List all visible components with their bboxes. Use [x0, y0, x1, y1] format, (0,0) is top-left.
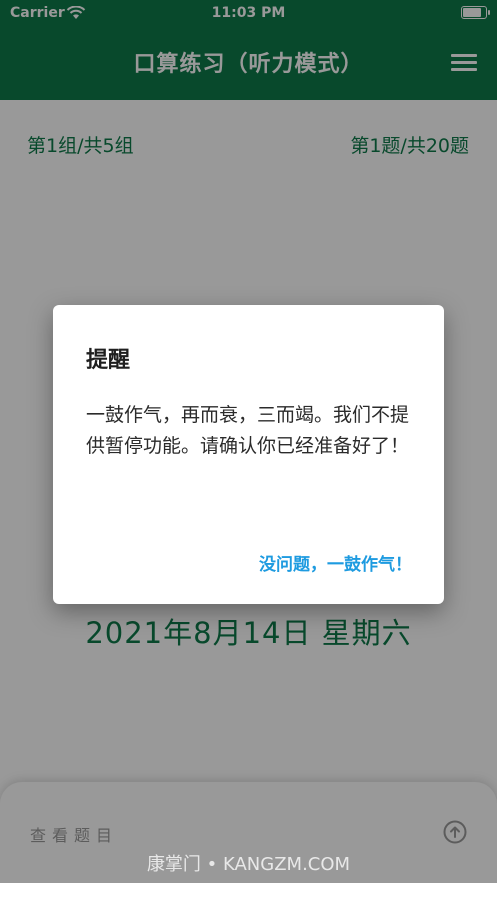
dialog-title: 提醒: [86, 348, 131, 373]
dialog-message: 一鼓作气，再而衰，三而竭。我们不提供暂停功能。请确认你已经准备好了！: [86, 404, 410, 457]
confirm-button[interactable]: 没问题，一鼓作气！: [259, 550, 412, 575]
reminder-dialog: 提醒 一鼓作气，再而衰，三而竭。我们不提供暂停功能。请确认你已经准备好了！ 没问…: [53, 305, 444, 604]
watermark: 康掌门 • KANGZM.COM: [146, 854, 351, 875]
app-screen: Carrier 11:03 PM 口算练习（听力模式） 第1组/共5组 第1题/…: [0, 0, 497, 902]
